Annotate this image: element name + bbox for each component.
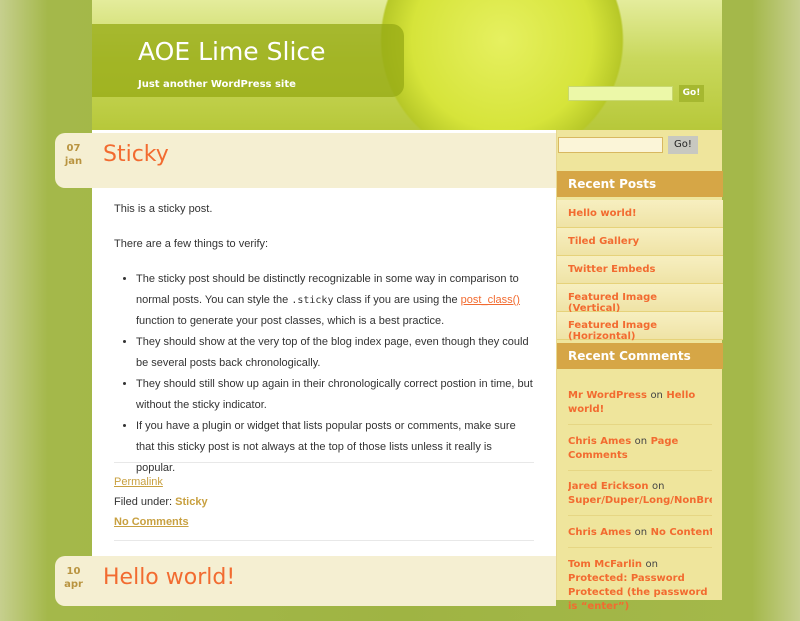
post-header: 10 apr Hello world! — [55, 556, 556, 606]
recent-post-item[interactable]: Featured Image (Horizontal) — [557, 312, 723, 342]
filed-under-label: Filed under: — [114, 496, 173, 508]
post-month: jan — [64, 156, 83, 167]
header-search-input[interactable] — [568, 86, 673, 101]
post-title[interactable]: Hello world! — [103, 565, 235, 590]
list-item: The sticky post should be distinctly rec… — [136, 269, 534, 332]
comment-post-link[interactable]: Super/Duper/Long/NonBreakingPostTitle — [568, 495, 712, 506]
post-month: apr — [64, 579, 83, 590]
recent-post-item[interactable]: Tiled Gallery — [557, 228, 723, 256]
recent-post-item[interactable]: Hello world! — [557, 200, 723, 228]
comment-item: Mr WordPress on Hello world! — [568, 389, 712, 425]
site-title[interactable]: AOE Lime Slice — [138, 37, 326, 66]
on-text: on — [634, 436, 648, 447]
site-header: AOE Lime Slice Just another WordPress si… — [92, 0, 722, 130]
post-meta: Permalink Filed under: Sticky No Comment… — [114, 463, 534, 540]
header-search-button[interactable]: Go! — [679, 85, 704, 102]
sidebar: Go! Recent Posts Hello world! Tiled Gall… — [556, 130, 723, 612]
comment-author[interactable]: Chris Ames — [568, 436, 631, 447]
post-paragraph: This is a sticky post. — [114, 203, 213, 215]
post-class-link[interactable]: post_class() — [461, 294, 520, 306]
post-header: 07 jan Sticky — [55, 133, 556, 188]
comment-item: Jared Erickson on Super/Duper/Long/NonBre… — [568, 480, 712, 516]
post-date: 10 apr — [55, 565, 92, 591]
list-item: They should show at the very top of the … — [136, 332, 534, 374]
post-day: 10 — [66, 566, 81, 577]
recent-posts-heading: Recent Posts — [557, 171, 723, 197]
text: class if you are using the — [333, 294, 461, 306]
post-title[interactable]: Sticky — [103, 142, 169, 167]
recent-comments-heading: Recent Comments — [557, 343, 723, 369]
comment-item: Tom McFarlin on Protected: Password Prot… — [568, 558, 712, 621]
text: function to generate your post classes, … — [136, 315, 445, 327]
comment-author[interactable]: Mr WordPress — [568, 390, 647, 401]
post-paragraph: There are a few things to verify: — [114, 238, 269, 250]
post-list: The sticky post should be distinctly rec… — [114, 269, 534, 479]
post-content: This is a sticky post. There are a few t… — [114, 199, 534, 479]
comment-item: Chris Ames on No Content — [568, 526, 712, 548]
recent-post-item[interactable]: Featured Image (Vertical) — [557, 284, 723, 314]
divider — [114, 540, 534, 541]
permalink-link[interactable]: Permalink — [114, 476, 163, 488]
comment-author[interactable]: Jared Erickson — [568, 481, 649, 492]
comment-post-link[interactable]: No Content — [651, 527, 712, 538]
post-day: 07 — [66, 143, 81, 154]
post-footer: Permalink Filed under: Sticky No Comment… — [114, 462, 534, 541]
comments-link[interactable]: No Comments — [114, 516, 189, 528]
on-text: on — [652, 481, 665, 492]
list-item: They should still show up again in their… — [136, 374, 534, 416]
comment-author[interactable]: Tom McFarlin — [568, 559, 642, 570]
recent-post-item[interactable]: Twitter Embeds — [557, 256, 723, 284]
sidebar-search-input[interactable] — [558, 137, 663, 153]
on-text: on — [650, 390, 663, 401]
comment-author[interactable]: Chris Ames — [568, 527, 631, 538]
on-text: on — [645, 559, 658, 570]
category-link[interactable]: Sticky — [175, 496, 207, 508]
comment-item: Chris Ames on Page Comments — [568, 435, 712, 471]
on-text: on — [634, 527, 648, 538]
sidebar-search-button[interactable]: Go! — [668, 136, 698, 154]
comment-post-link[interactable]: Protected: Password Protected (the passw… — [568, 573, 708, 612]
site-tagline: Just another WordPress site — [138, 79, 296, 90]
code-snippet: .sticky — [291, 295, 334, 306]
post-date: 07 jan — [55, 142, 92, 168]
